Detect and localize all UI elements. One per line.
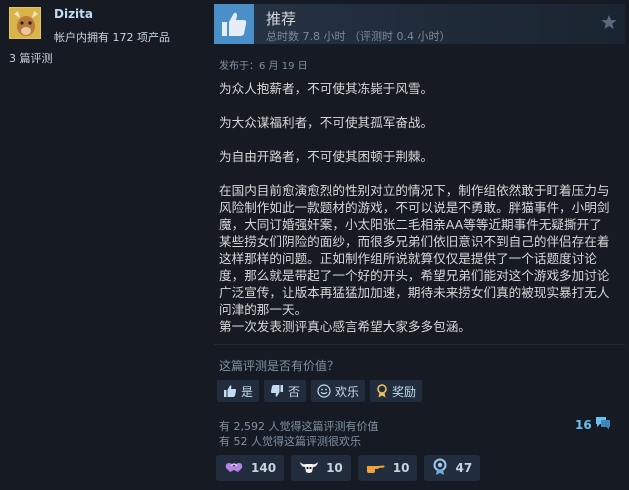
vote-yes-label: 是: [241, 384, 254, 399]
awards-row: 140 10 10 47: [216, 455, 481, 481]
review-header: 推荐 总时数 7.8 小时 （评测时 0.4 小时）: [214, 4, 625, 44]
award-count: 10: [392, 461, 410, 475]
playtime-hours: 总时数 7.8 小时 （评测时 0.4 小时）: [266, 30, 451, 43]
award-icon: [376, 384, 388, 398]
award-count: 10: [326, 461, 343, 475]
cow-skull-icon: [299, 459, 319, 478]
pointing-hand-icon: [366, 459, 386, 478]
thumbs-up-icon: [214, 4, 254, 44]
award-chip[interactable]: 10: [291, 455, 351, 481]
verdict-title[interactable]: 推荐: [266, 8, 296, 29]
award-button[interactable]: 奖励: [370, 380, 423, 402]
comment-bubble-icon: [595, 416, 611, 433]
thumbs-up-icon: [223, 384, 237, 398]
vote-no-button[interactable]: 否: [264, 380, 307, 402]
helpful-count: 有 2,592 人觉得这篇评测有价值: [219, 420, 379, 433]
vote-funny-button[interactable]: 欢乐: [311, 380, 366, 402]
review-paragraph: 在国内目前愈演愈烈的性别对立的情况下，制作组依然敢于盯着压力与风险制作如此一款题…: [219, 183, 610, 317]
thumbs-down-icon: [270, 384, 284, 398]
products-owned[interactable]: 帐户内拥有 172 项产品: [54, 29, 170, 45]
vote-buttons: 是 否 欢乐 奖励: [217, 380, 423, 402]
posted-date: 发布于：6 月 19 日: [219, 61, 308, 72]
smiley-icon: [317, 384, 331, 398]
vote-no-label: 否: [288, 384, 301, 399]
review-paragraph: 为自由开路者，不可使其困顿于荆棘。: [219, 149, 434, 164]
award-label: 奖励: [392, 384, 417, 399]
funny-count: 有 52 人觉得这篇评测很欢乐: [219, 435, 361, 448]
review-paragraph: 第一次发表测评真心感言希望大家多多包涵。: [219, 319, 471, 334]
award-chip[interactable]: 10: [357, 455, 418, 481]
vote-funny-label: 欢乐: [335, 384, 360, 399]
award-chip[interactable]: 140: [216, 455, 285, 481]
review-paragraph: 为大众谋福利者，不可使其孤军奋战。: [219, 115, 434, 130]
review-paragraph: 为众人抱薪者，不可使其冻毙于风雪。: [219, 81, 434, 96]
star-icon[interactable]: [601, 14, 617, 34]
medal-icon: [432, 458, 448, 479]
author-name[interactable]: Dizita: [54, 7, 93, 21]
review-body: 为众人抱薪者，不可使其冻毙于风雪。 为大众谋福利者，不可使其孤军奋战。 为自由开…: [219, 80, 614, 335]
avatar[interactable]: [9, 7, 41, 39]
reviews-count[interactable]: 3 篇评测: [9, 50, 53, 66]
helpful-question: 这篇评测是否有价值？: [219, 359, 340, 373]
award-count: 140: [251, 461, 277, 475]
award-chip[interactable]: 47: [424, 455, 481, 481]
heart-hands-icon: [224, 459, 244, 478]
comments-link[interactable]: 16: [575, 416, 611, 433]
award-count: 47: [455, 461, 473, 475]
comments-count: 16: [575, 417, 592, 432]
divider: [214, 344, 625, 345]
vote-yes-button[interactable]: 是: [217, 380, 260, 402]
